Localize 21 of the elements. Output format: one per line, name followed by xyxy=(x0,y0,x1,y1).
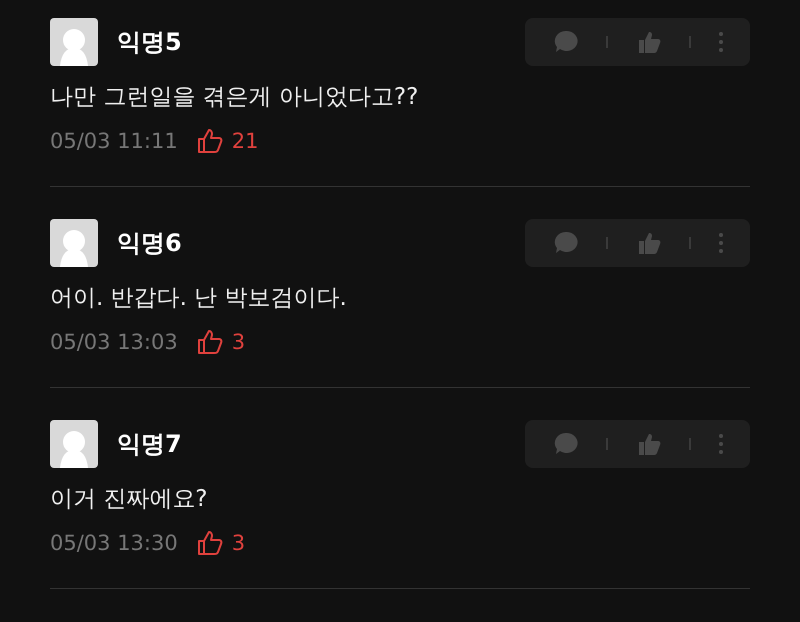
avatar-icon xyxy=(50,219,98,267)
like-count: 21 xyxy=(232,129,258,153)
like-count: 3 xyxy=(232,531,246,555)
timestamp: 05/03 13:30 xyxy=(50,531,178,555)
comment-text: 나만 그런일을 겪은게 아니었다고?? xyxy=(50,83,420,112)
thumbs-up-icon[interactable] xyxy=(196,328,224,356)
author-name: 익명5 xyxy=(117,27,183,58)
avatar-icon xyxy=(50,420,98,468)
more-icon[interactable] xyxy=(718,433,724,455)
timestamp: 05/03 13:03 xyxy=(50,330,178,354)
author-name: 익명7 xyxy=(117,429,183,460)
avatar-icon xyxy=(50,18,98,66)
thumbs-up-icon[interactable] xyxy=(196,529,224,557)
comment-text: 어이. 반갑다. 난 박보검이다. xyxy=(50,284,348,313)
more-icon[interactable] xyxy=(718,31,724,53)
timestamp: 05/03 11:11 xyxy=(50,129,178,153)
thumbs-up-icon[interactable] xyxy=(196,127,224,155)
author-name: 익명6 xyxy=(117,228,183,259)
like-count: 3 xyxy=(232,330,246,354)
more-icon[interactable] xyxy=(718,232,724,254)
comment-text: 이거 진짜에요? xyxy=(50,485,209,514)
